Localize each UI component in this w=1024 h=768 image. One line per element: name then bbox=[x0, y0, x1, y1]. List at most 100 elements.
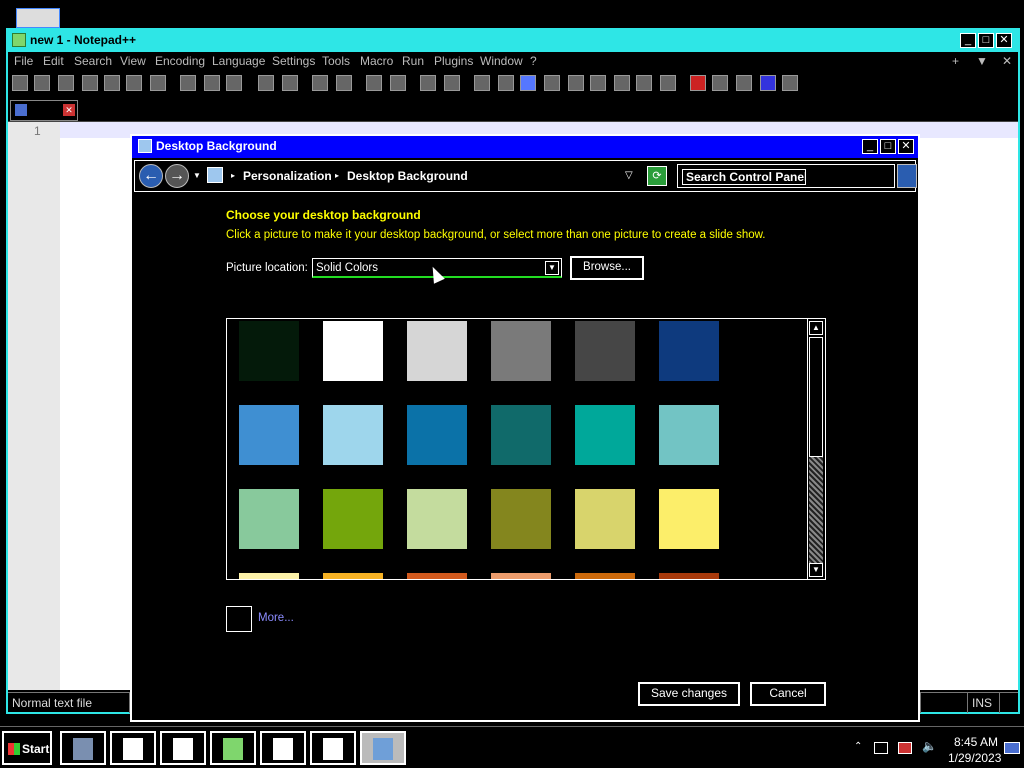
start-button[interactable]: Start bbox=[2, 731, 52, 765]
show-all-chars-icon[interactable] bbox=[498, 75, 514, 91]
forward-icon[interactable]: → bbox=[165, 164, 189, 188]
menu-help[interactable]: ? bbox=[530, 54, 537, 68]
menu-language[interactable]: Language bbox=[212, 54, 265, 68]
dialog-maximize-icon[interactable]: □ bbox=[880, 139, 896, 154]
clock-date[interactable]: 1/29/2023 bbox=[948, 751, 1001, 765]
color-swatch-24[interactable] bbox=[659, 573, 719, 579]
close-file-icon[interactable] bbox=[104, 75, 120, 91]
paste-icon[interactable] bbox=[226, 75, 242, 91]
monitor-icon[interactable] bbox=[636, 75, 652, 91]
more-swatch-box[interactable] bbox=[226, 606, 252, 632]
dialog-title-bar[interactable]: Desktop Background _ □ ✕ bbox=[132, 136, 918, 158]
scroll-down-icon[interactable]: ▼ bbox=[809, 563, 823, 577]
copy-icon[interactable] bbox=[204, 75, 220, 91]
clock-time[interactable]: 8:45 AM bbox=[954, 735, 998, 749]
start-record-icon[interactable] bbox=[690, 75, 706, 91]
color-swatch-4[interactable] bbox=[491, 321, 551, 381]
undo-icon[interactable] bbox=[258, 75, 274, 91]
menu-window[interactable]: Window bbox=[480, 54, 523, 68]
color-swatch-8[interactable] bbox=[323, 405, 383, 465]
menu-view[interactable]: View bbox=[120, 54, 146, 68]
color-swatch-16[interactable] bbox=[491, 489, 551, 549]
search-input[interactable] bbox=[682, 169, 806, 185]
show-hidden-icons-icon[interactable]: ⌃ bbox=[854, 741, 862, 752]
folder-workspace-icon[interactable] bbox=[614, 75, 630, 91]
maximize-icon[interactable]: □ bbox=[978, 33, 994, 48]
playback-icon[interactable] bbox=[736, 75, 752, 91]
color-swatch-19[interactable] bbox=[239, 573, 299, 579]
desktop-icon[interactable] bbox=[16, 8, 60, 28]
replace-icon[interactable] bbox=[336, 75, 352, 91]
taskbar-cmd[interactable] bbox=[110, 731, 156, 765]
sync-h-icon[interactable] bbox=[444, 75, 460, 91]
address-dropdown-icon[interactable]: ▽ bbox=[625, 170, 633, 181]
record-macro-icon[interactable] bbox=[660, 75, 676, 91]
taskbar-document-1[interactable] bbox=[160, 731, 206, 765]
notepad-title-bar[interactable]: new 1 - Notepad++ _ □ ✕ bbox=[8, 30, 1018, 52]
color-swatch-15[interactable] bbox=[407, 489, 467, 549]
color-swatch-20[interactable] bbox=[323, 573, 383, 579]
action-center-icon[interactable] bbox=[898, 742, 912, 754]
color-swatch-23[interactable] bbox=[575, 573, 635, 579]
taskbar-document-3[interactable] bbox=[310, 731, 356, 765]
network-icon[interactable] bbox=[874, 742, 888, 754]
menu-encoding[interactable]: Encoding bbox=[155, 54, 205, 68]
tab-list-icon[interactable]: ▼ bbox=[976, 54, 988, 68]
save-macro-icon[interactable] bbox=[782, 75, 798, 91]
color-swatch-12[interactable] bbox=[659, 405, 719, 465]
scrollbar-track[interactable] bbox=[809, 457, 823, 563]
cancel-button[interactable]: Cancel bbox=[750, 682, 826, 706]
color-swatch-22[interactable] bbox=[491, 573, 551, 579]
color-swatch-2[interactable] bbox=[323, 321, 383, 381]
more-link[interactable]: More... bbox=[258, 612, 294, 624]
close-doc-icon[interactable]: ✕ bbox=[1002, 54, 1012, 68]
save-changes-button[interactable]: Save changes bbox=[638, 682, 740, 706]
color-swatch-21[interactable] bbox=[407, 573, 467, 579]
taskbar-server-manager[interactable] bbox=[60, 731, 106, 765]
menu-run[interactable]: Run bbox=[402, 54, 424, 68]
recent-pages-icon[interactable]: ▼ bbox=[193, 171, 201, 180]
chevron-down-icon[interactable]: ▼ bbox=[545, 261, 559, 275]
taskbar-notepadpp[interactable] bbox=[210, 731, 256, 765]
menu-macro[interactable]: Macro bbox=[360, 54, 393, 68]
color-swatch-13[interactable] bbox=[239, 489, 299, 549]
find-icon[interactable] bbox=[312, 75, 328, 91]
volume-icon[interactable]: 🔈 bbox=[922, 739, 937, 753]
menu-search[interactable]: Search bbox=[74, 54, 112, 68]
zoom-in-icon[interactable] bbox=[366, 75, 382, 91]
scrollbar-thumb[interactable] bbox=[809, 337, 823, 457]
color-swatch-10[interactable] bbox=[491, 405, 551, 465]
color-swatch-18[interactable] bbox=[659, 489, 719, 549]
save-icon[interactable] bbox=[58, 75, 74, 91]
taskbar-document-2[interactable] bbox=[260, 731, 306, 765]
new-file-icon[interactable] bbox=[12, 75, 28, 91]
color-swatch-7[interactable] bbox=[239, 405, 299, 465]
color-swatch-9[interactable] bbox=[407, 405, 467, 465]
dialog-minimize-icon[interactable]: _ bbox=[862, 139, 878, 154]
show-desktop-icon[interactable] bbox=[1004, 742, 1020, 754]
dialog-close-icon[interactable]: ✕ bbox=[898, 139, 914, 154]
open-file-icon[interactable] bbox=[34, 75, 50, 91]
redo-icon[interactable] bbox=[282, 75, 298, 91]
close-all-icon[interactable] bbox=[126, 75, 142, 91]
color-swatch-11[interactable] bbox=[575, 405, 635, 465]
chevron-right-icon[interactable]: ▸ bbox=[335, 171, 339, 180]
search-icon[interactable] bbox=[897, 164, 917, 188]
search-box[interactable] bbox=[677, 164, 895, 188]
color-swatch-17[interactable] bbox=[575, 489, 635, 549]
close-icon[interactable]: ✕ bbox=[996, 33, 1012, 48]
menu-tools[interactable]: Tools bbox=[322, 54, 350, 68]
scroll-up-icon[interactable]: ▲ bbox=[809, 321, 823, 335]
print-icon[interactable] bbox=[150, 75, 166, 91]
taskbar-control-panel[interactable] bbox=[360, 731, 406, 765]
cut-icon[interactable] bbox=[180, 75, 196, 91]
refresh-icon[interactable]: ⟳ bbox=[647, 166, 667, 186]
tab-close-icon[interactable]: ✕ bbox=[63, 104, 75, 116]
stop-record-icon[interactable] bbox=[712, 75, 728, 91]
color-swatch-6[interactable] bbox=[659, 321, 719, 381]
vertical-scrollbar[interactable]: ▲ ▼ bbox=[807, 319, 825, 579]
back-icon[interactable]: ← bbox=[139, 164, 163, 188]
word-wrap-icon[interactable] bbox=[474, 75, 490, 91]
save-all-icon[interactable] bbox=[82, 75, 98, 91]
color-swatch-5[interactable] bbox=[575, 321, 635, 381]
